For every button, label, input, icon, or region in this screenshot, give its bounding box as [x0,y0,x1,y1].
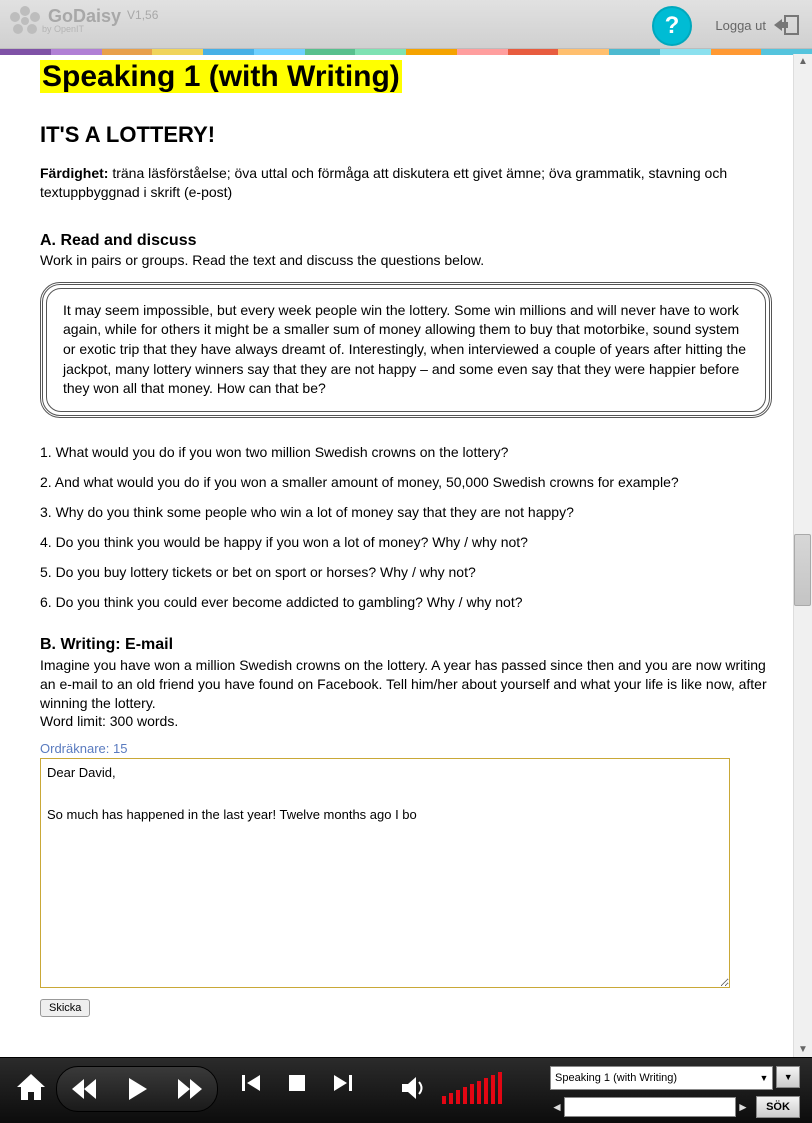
search-next-button[interactable]: ► [736,1097,750,1117]
reading-text: It may seem impossible, but every week p… [46,288,766,412]
word-counter: Ordräknare: 15 [40,741,772,756]
stop-button[interactable] [286,1072,308,1094]
search-prev-button[interactable]: ◄ [550,1097,564,1117]
scroll-up-icon[interactable]: ▲ [795,54,811,70]
speaker-icon[interactable] [400,1074,428,1102]
content-area: Speaking 1 (with Writing) IT'S A LOTTERY… [0,54,812,1058]
brand-name: GoDaisy [48,8,121,24]
play-button[interactable] [123,1075,151,1103]
chevron-down-icon: ▼ [760,1073,769,1083]
email-textarea[interactable] [40,758,730,988]
prev-track-button[interactable] [240,1072,262,1094]
rewind-button[interactable] [70,1075,98,1103]
question-list: 1. What would you do if you won two mill… [40,444,772,610]
volume-area [400,1072,502,1104]
volume-level[interactable] [442,1072,502,1104]
transport-cluster [240,1072,354,1094]
search-button[interactable]: SÖK [756,1096,800,1118]
question-item: 2. And what would you do if you won a sm… [40,474,772,490]
skill-line: Färdighet: träna läsförståelse; öva utta… [40,164,772,202]
forward-button[interactable] [176,1075,204,1103]
logout-label: Logga ut [715,18,766,33]
player-right-panel: Speaking 1 (with Writing) ▼ ▼ ◄ ► SÖK [550,1066,800,1118]
section-a-title: A. Read and discuss [40,232,772,250]
question-item: 3. Why do you think some people who win … [40,504,772,520]
scrollbar[interactable]: ▲ ▼ [793,54,812,1058]
logout-icon [774,14,800,36]
question-item: 4. Do you think you would be happy if yo… [40,534,772,550]
scroll-thumb[interactable] [794,534,811,606]
subtitle: IT'S A LOTTERY! [40,122,772,148]
chapter-dropdown-button[interactable]: ▼ [776,1066,800,1088]
help-button[interactable]: ? [652,6,692,46]
question-item: 1. What would you do if you won two mill… [40,444,772,460]
version-label: V1,56 [127,8,158,22]
search-input[interactable] [564,1097,736,1117]
player-bar: Speaking 1 (with Writing) ▼ ▼ ◄ ► SÖK [0,1057,812,1123]
skill-label: Färdighet: [40,165,108,181]
submit-button[interactable]: Skicka [40,999,90,1017]
question-item: 6. Do you think you could ever become ad… [40,594,772,610]
flower-icon [8,4,42,38]
brand-logo: GoDaisy by OpenIT V1,56 [8,4,158,38]
home-button[interactable] [14,1070,48,1104]
scroll-down-icon[interactable]: ▼ [795,1042,811,1058]
chapter-select[interactable]: Speaking 1 (with Writing) ▼ [550,1066,773,1090]
logout-button[interactable]: Logga ut [715,14,800,36]
next-track-button[interactable] [332,1072,354,1094]
content-scroll: Speaking 1 (with Writing) IT'S A LOTTERY… [30,54,782,1058]
chapter-selected-label: Speaking 1 (with Writing) [555,1072,677,1084]
section-b-instr: Imagine you have won a million Swedish c… [40,656,772,732]
question-item: 5. Do you buy lottery tickets or bet on … [40,564,772,580]
section-a-instr: Work in pairs or groups. Read the text a… [40,252,772,268]
nav-cluster [56,1066,218,1112]
page-title: Speaking 1 (with Writing) [40,60,402,93]
header-bar: GoDaisy by OpenIT V1,56 ? Logga ut [0,0,812,49]
skill-text: träna läsförståelse; öva uttal och förmå… [40,165,727,200]
reading-box: It may seem impossible, but every week p… [40,282,772,418]
section-b-title: B. Writing: E-mail [40,636,772,654]
word-limit: Word limit: 300 words. [40,713,178,729]
